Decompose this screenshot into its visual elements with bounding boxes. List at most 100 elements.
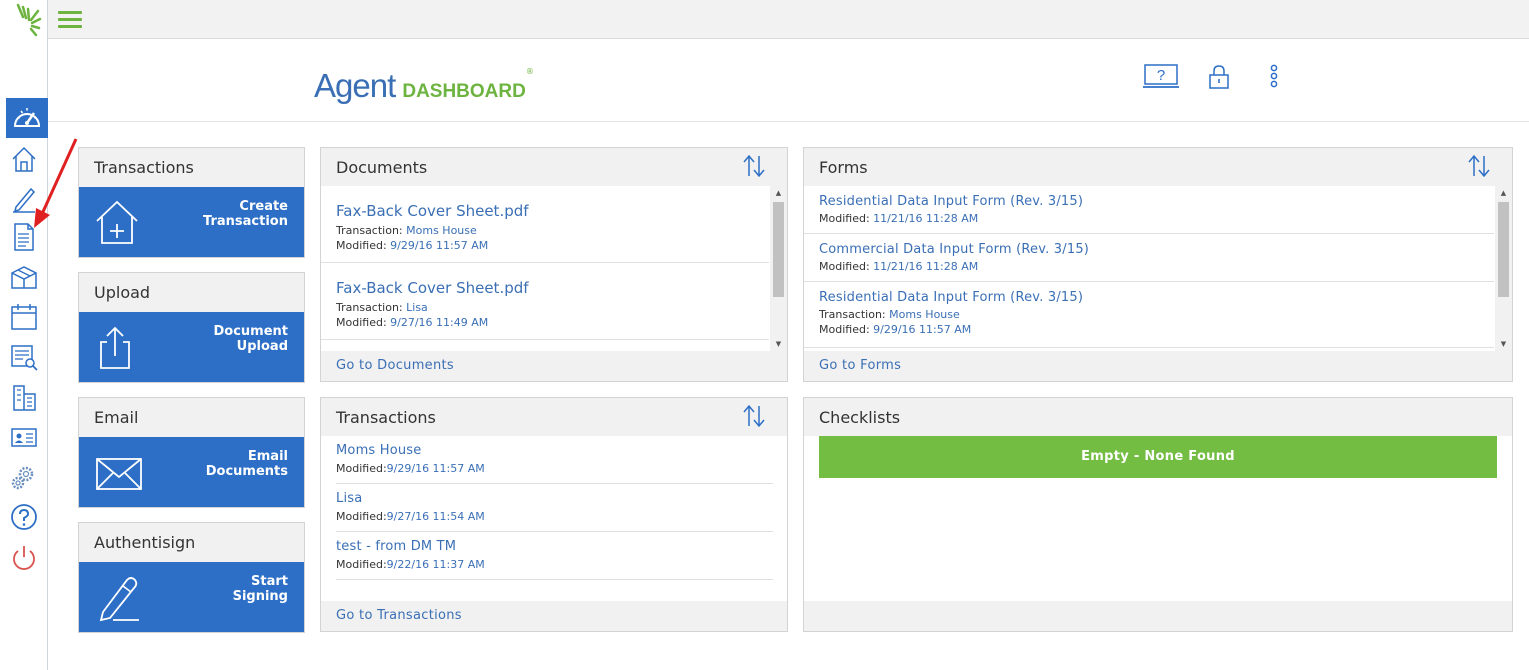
annotation-arrow <box>34 138 78 228</box>
document-name[interactable]: Fax-Back Cover Sheet.pdf <box>336 279 769 297</box>
panel-footer: Go to Documents <box>321 351 787 381</box>
nav-settings[interactable] <box>7 460 41 494</box>
app-root: Agent DASHBOARD® ? Transactions Create Tr <box>0 0 1529 670</box>
envelope-icon <box>96 458 142 490</box>
panel-header: Documents <box>321 148 787 186</box>
transaction-name[interactable]: Moms House <box>336 443 773 458</box>
scroll-down-icon[interactable]: ▼ <box>1495 337 1512 351</box>
tile-transactions: Transactions Create Transaction <box>78 147 305 258</box>
nav-search-reports[interactable] <box>7 340 41 374</box>
contact-card-icon <box>11 428 37 447</box>
form-modified: Modified: 11/21/16 11:28 AM <box>819 212 979 225</box>
checklists-empty-state: Empty - None Found <box>819 436 1497 478</box>
pen-signing-icon <box>99 577 139 622</box>
transaction-name[interactable]: test - from DM TM <box>336 539 773 554</box>
nav-contacts[interactable] <box>7 420 41 454</box>
list-item[interactable]: test - from DM TM Modified:9/22/16 11:37… <box>336 532 773 580</box>
help-icon <box>11 504 37 530</box>
panel-footer: Go to Forms <box>804 351 1512 381</box>
create-transaction-button[interactable]: Create Transaction <box>79 187 304 257</box>
transaction-name[interactable]: Lisa <box>336 491 773 506</box>
lock-icon[interactable] <box>1208 64 1230 90</box>
go-to-transactions-link[interactable]: Go to Transactions <box>336 608 462 623</box>
packages-icon <box>11 266 37 289</box>
scroll-up-icon[interactable]: ▲ <box>1495 186 1512 200</box>
form-name[interactable]: Residential Data Input Form (Rev. 3/15) <box>819 194 1494 209</box>
svg-text:?: ? <box>1157 67 1165 84</box>
list-item[interactable]: Residential Data Input Form (Rev. 3/15) … <box>804 282 1494 348</box>
settings-icon <box>11 466 34 490</box>
transaction-modified: Modified:9/29/16 11:57 AM <box>336 462 485 475</box>
office-icon <box>13 385 36 411</box>
transaction-modified: Modified:9/22/16 11:37 AM <box>336 558 485 571</box>
transactions-list: Moms House Modified:9/29/16 11:57 AM Lis… <box>321 436 787 601</box>
form-name[interactable]: Commercial Data Input Form (Rev. 3/15) <box>819 242 1494 257</box>
tile-title: Email <box>79 398 304 437</box>
tile-action-label: Email Documents <box>205 449 288 479</box>
document-name[interactable]: Fax-Back Cover Sheet.pdf <box>336 202 769 220</box>
email-documents-button[interactable]: Email Documents <box>79 437 304 507</box>
form-transaction: Transaction: Moms House <box>819 308 960 321</box>
search-list-icon <box>11 345 38 371</box>
document-upload-button[interactable]: Document Upload <box>79 312 304 382</box>
nav-calendar[interactable] <box>7 300 41 334</box>
checklists-panel: Checklists Empty - None Found <box>803 397 1513 632</box>
calendar-icon <box>11 304 37 330</box>
panel-footer <box>804 601 1512 631</box>
transaction-modified: Modified:9/27/16 11:54 AM <box>336 510 485 523</box>
panel-header: Transactions <box>321 398 787 436</box>
nav-office[interactable] <box>7 380 41 414</box>
start-signing-button[interactable]: Start Signing <box>79 562 304 632</box>
brand-dashboard: DASHBOARD <box>402 81 526 102</box>
transactions-panel: Transactions Moms House Modified:9/29/16… <box>320 397 788 632</box>
page-title: Agent DASHBOARD ® <box>314 67 534 105</box>
scroll-up-icon[interactable]: ▲ <box>770 186 787 200</box>
sort-icon[interactable] <box>743 154 765 178</box>
top-bar <box>48 0 1529 39</box>
icon-sidebar <box>0 0 48 670</box>
help-monitor-icon[interactable]: ? <box>1143 64 1179 90</box>
document-transaction: Transaction: Moms House <box>336 224 477 237</box>
go-to-forms-link[interactable]: Go to Forms <box>819 358 901 373</box>
go-to-documents-link[interactable]: Go to Documents <box>336 358 454 373</box>
scroll-thumb[interactable] <box>773 202 784 297</box>
panel-title: Checklists <box>819 408 901 427</box>
list-item[interactable]: Fax-Back Cover Sheet.pdf Transaction: Li… <box>321 263 769 340</box>
forms-scrollbar[interactable]: ▲ ▼ <box>1495 186 1512 351</box>
documents-panel: Documents Fax-Back Cover Sheet.pdf Trans… <box>320 147 788 382</box>
documents-scrollbar[interactable]: ▲ ▼ <box>770 186 787 351</box>
sort-icon[interactable] <box>743 404 765 428</box>
upload-icon <box>100 326 130 369</box>
tile-title: Authentisign <box>79 523 304 562</box>
menu-toggle-icon[interactable] <box>58 11 82 29</box>
document-modified: Modified: 9/27/16 11:49 AM <box>336 316 489 329</box>
scroll-thumb[interactable] <box>1498 202 1509 297</box>
tile-title: Upload <box>79 273 304 312</box>
scroll-down-icon[interactable]: ▼ <box>770 337 787 351</box>
nav-help[interactable] <box>7 500 41 534</box>
tile-title: Transactions <box>79 148 304 187</box>
tile-authentisign: Authentisign Start Signing <box>78 522 305 633</box>
list-item[interactable]: Lisa Modified:9/27/16 11:54 AM <box>336 484 773 532</box>
brand-agent: Agent <box>314 67 396 104</box>
panel-title: Documents <box>336 158 428 177</box>
nav-dashboard[interactable] <box>6 98 48 138</box>
list-item[interactable]: Moms House Modified:9/29/16 11:57 AM <box>336 436 773 484</box>
form-modified: Modified: 11/21/16 11:28 AM <box>819 260 979 273</box>
form-name[interactable]: Residential Data Input Form (Rev. 3/15) <box>819 290 1494 305</box>
documents-list: Fax-Back Cover Sheet.pdf Transaction: Mo… <box>321 186 787 351</box>
sort-icon[interactable] <box>1468 154 1490 178</box>
panel-header: Forms <box>804 148 1512 186</box>
list-item[interactable]: Commercial Data Input Form (Rev. 3/15) M… <box>804 234 1494 282</box>
list-item[interactable]: Residential Data Input Form (Rev. 3/15) … <box>804 186 1494 234</box>
more-vertical-icon[interactable] <box>1267 64 1281 90</box>
nav-packages[interactable] <box>7 260 41 294</box>
forms-list: Residential Data Input Form (Rev. 3/15) … <box>804 186 1512 351</box>
list-item[interactable]: Fax-Back Cover Sheet.pdf Transaction: Mo… <box>321 186 769 263</box>
tile-action-label: Document Upload <box>213 324 288 354</box>
power-icon <box>13 546 35 570</box>
house-plus-icon <box>96 200 138 244</box>
nav-logout[interactable] <box>7 540 41 574</box>
tile-email: Email Email Documents <box>78 397 305 508</box>
form-modified: Modified: 9/29/16 11:57 AM <box>819 323 972 336</box>
